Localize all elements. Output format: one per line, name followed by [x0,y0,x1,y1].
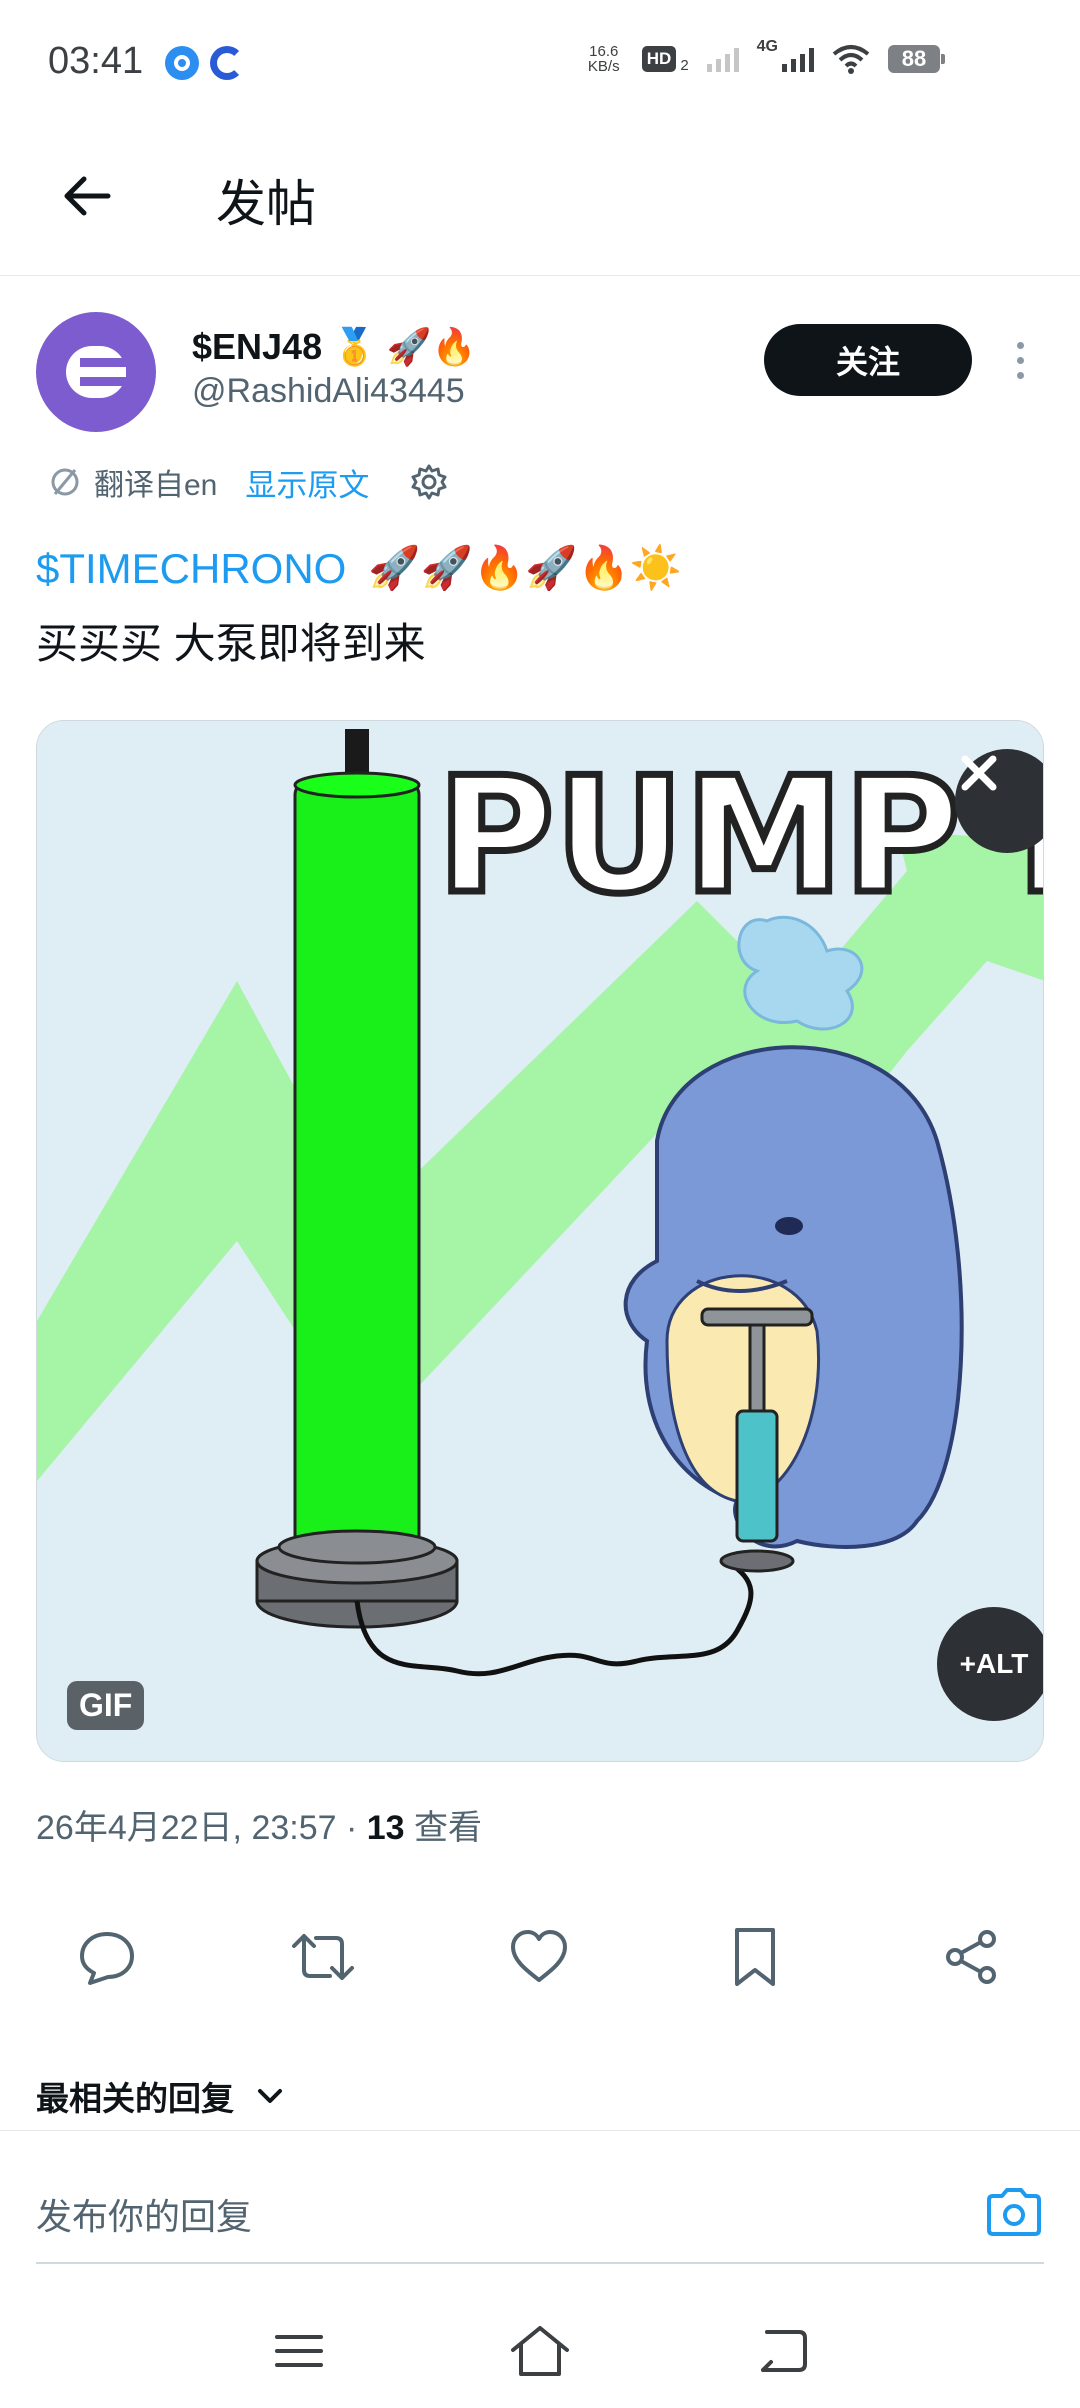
author-name[interactable]: $ENJ48 🥇 🚀🔥 [192,326,477,368]
close-icon [961,755,997,791]
network-speed: 16.6 KB/s [584,44,624,74]
post-emojis: 🚀🚀🔥🚀🔥☀️ [368,544,683,591]
network-type: 4G [756,38,778,55]
bookmark-button[interactable] [720,1922,790,1992]
more-dot [1016,371,1024,379]
bookmark-icon [735,1928,775,1986]
back-nav-icon [761,2330,807,2372]
home-button[interactable] [505,2316,575,2386]
menu-icon [275,2335,323,2367]
translated-from-label: 翻译自en [94,469,218,502]
like-button[interactable] [504,1922,574,1992]
gear-icon[interactable] [409,462,449,502]
hd-sub: 2 [680,57,689,74]
enjin-logo-icon [66,346,126,398]
avatar[interactable] [36,312,156,432]
system-nav-bar [0,2290,1080,2408]
home-icon [511,2326,569,2376]
like-icon [511,1930,567,1982]
views-label: 查看 [404,1809,483,1847]
show-original-link[interactable]: 显示原文 [245,460,369,505]
app-sync-icon [210,46,244,80]
follow-button[interactable]: 关注 [764,324,972,396]
network-speed-value: 16.6 [589,43,619,60]
top-app-bar: 发帖 [0,120,1080,276]
back-button[interactable] [48,158,124,234]
post-media-gif[interactable]: PUMP IT GIF +ALT [36,720,1044,1762]
reply-input[interactable]: 发布你的回复 [36,2188,252,2240]
retweet-icon [292,1934,354,1980]
translate-icon [51,468,79,496]
retweet-button[interactable] [288,1922,358,1992]
hd-icon: HD [641,46,677,72]
cashtag-link[interactable]: $TIMECHRONO [36,545,346,593]
reply-button[interactable] [72,1922,142,1992]
chevron-down-icon [258,2089,282,2103]
divider [0,2130,1080,2131]
signal-icon-sim1 [706,46,739,72]
views-count: 13 [366,1809,405,1847]
more-dot [1016,356,1024,364]
gif-badge: GIF [67,1681,145,1730]
more-dot [1016,341,1024,349]
post-text-line-1: $TIMECHRONO 🚀🚀🔥🚀🔥☀️ [36,544,686,593]
battery-icon: 88 [888,45,945,73]
alt-text-button[interactable]: +ALT [937,1607,1043,1721]
author-handle[interactable]: @RashidAli43445 [192,372,465,411]
post-datetime: 26年4月22日, 23:57 · [36,1809,367,1847]
status-time: 03:41 [48,40,144,82]
page-title: 发帖 [216,176,316,232]
camera-button[interactable] [984,2182,1044,2242]
wifi-icon [832,45,870,74]
back-nav-button[interactable] [746,2316,816,2386]
post-text-line-2: 买买买 大泵即将到来 [36,620,426,667]
post-meta: 26年4月22日, 23:57 · 13 查看 [36,1800,482,1849]
reply-composer[interactable]: 发布你的回复 [36,2160,1044,2264]
status-icons: 16.6 KB/s HD 2 4G 88 [584,38,945,74]
gif-text: PUMP IT [437,742,1044,929]
more-options-button[interactable] [1000,332,1040,388]
camera-icon [987,2188,1041,2236]
share-icon [946,1930,996,1984]
reply-icon [80,1932,134,1985]
share-button[interactable] [936,1922,1006,1992]
recent-apps-button[interactable] [264,2316,334,2386]
network-speed-unit: KB/s [587,58,620,75]
arrow-left-icon [64,176,111,216]
replies-sort-label: 最相关的回复 [36,2080,234,2117]
post-actions [0,1900,1080,2010]
translation-row: 翻译自en 显示原文 [48,458,449,506]
app-notification-icon [165,46,199,80]
gif-illustration: PUMP IT [37,721,1044,1761]
signal-icon [782,46,814,72]
status-bar: 03:41 16.6 KB/s HD 2 4G 88 [0,0,1080,120]
replies-sort-dropdown[interactable]: 最相关的回复 [36,2072,286,2120]
